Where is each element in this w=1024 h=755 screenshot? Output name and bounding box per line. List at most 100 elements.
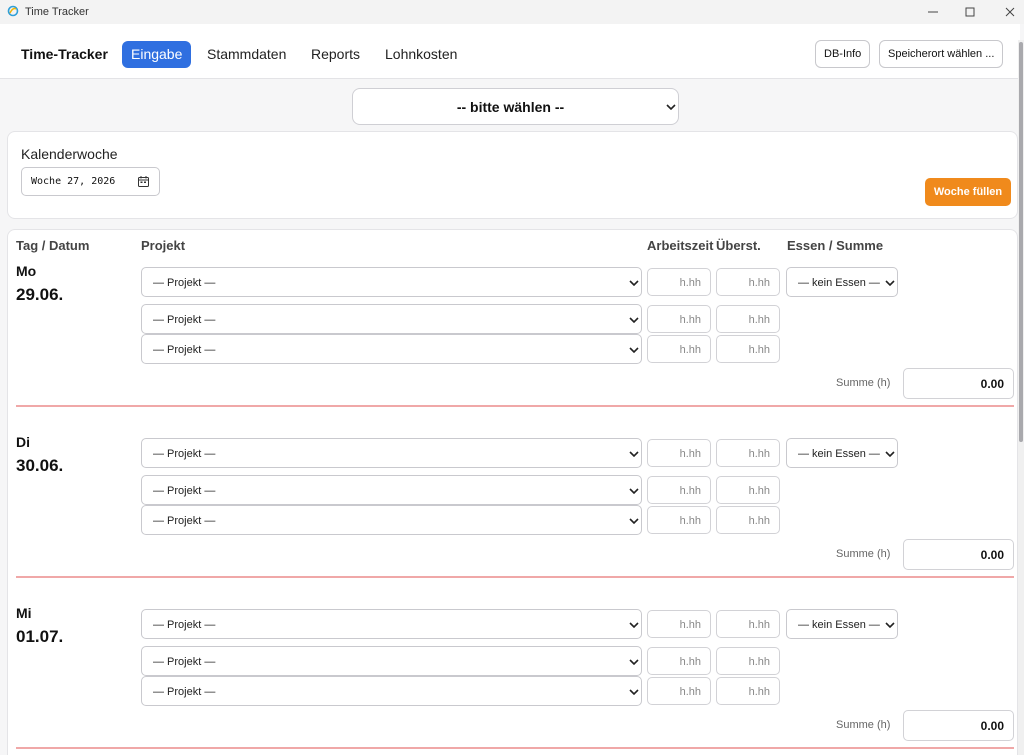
overtime-placeholder: h.hh <box>748 619 770 631</box>
worktime-input[interactable]: h.hh <box>647 439 711 467</box>
day-sum-field: 0.00 <box>903 539 1014 570</box>
meal-select[interactable]: — kein Essen — <box>786 609 898 639</box>
day-divider <box>16 747 1014 749</box>
project-select-value: — Projekt — <box>153 277 216 289</box>
top-navbar: Time-Tracker Eingabe Stammdaten Reports … <box>0 24 1020 79</box>
chevron-down-icon <box>629 347 639 353</box>
project-select[interactable]: — Projekt — <box>141 609 642 639</box>
chevron-down-icon <box>885 622 895 628</box>
week-card: Kalenderwoche Woche 27, 2026 Woche fülle… <box>7 131 1018 219</box>
worktime-placeholder: h.hh <box>679 686 701 698</box>
overtime-placeholder: h.hh <box>748 485 770 497</box>
overtime-placeholder: h.hh <box>748 344 770 356</box>
week-picker-value: Woche 27, 2026 <box>31 176 116 187</box>
overtime-placeholder: h.hh <box>748 314 770 326</box>
overtime-input[interactable]: h.hh <box>716 476 780 504</box>
header-overtime: Überst. <box>716 238 761 253</box>
chevron-down-icon <box>629 488 639 494</box>
calendar-icon[interactable] <box>138 176 149 187</box>
project-picker-value: -- bitte wählen -- <box>456 99 565 115</box>
worktime-placeholder: h.hh <box>679 515 701 527</box>
overtime-placeholder: h.hh <box>748 277 770 289</box>
meal-select-value: — kein Essen — <box>798 448 880 460</box>
overtime-input[interactable]: h.hh <box>716 610 780 638</box>
chevron-down-icon <box>629 317 639 323</box>
overtime-input[interactable]: h.hh <box>716 506 780 534</box>
minimize-icon <box>928 11 938 13</box>
project-select[interactable]: — Projekt — <box>141 676 642 706</box>
nav-tab-eingabe[interactable]: Eingabe <box>122 41 192 68</box>
meal-select[interactable]: — kein Essen — <box>786 267 898 297</box>
chevron-down-icon <box>629 659 639 665</box>
sum-label: Summe (h) <box>836 548 891 560</box>
overtime-input[interactable]: h.hh <box>716 268 780 296</box>
day-divider <box>16 576 1014 578</box>
nav-tab-lohnkosten[interactable]: Lohnkosten <box>376 41 466 68</box>
header-day-date: Tag / Datum <box>16 238 90 253</box>
nav-tab-reports[interactable]: Reports <box>302 41 369 68</box>
storage-location-button[interactable]: Speicherort wählen ... <box>879 40 1004 68</box>
chevron-down-icon <box>885 451 895 457</box>
worktime-placeholder: h.hh <box>679 656 701 668</box>
worktime-input[interactable]: h.hh <box>647 610 711 638</box>
meal-select-value: — kein Essen — <box>798 619 880 631</box>
fill-week-button[interactable]: Woche füllen <box>925 178 1011 206</box>
day-divider <box>16 405 1014 407</box>
chevron-down-icon <box>629 622 639 628</box>
chevron-down-icon <box>629 451 639 457</box>
overtime-input[interactable]: h.hh <box>716 305 780 333</box>
overtime-input[interactable]: h.hh <box>716 439 780 467</box>
day-sum-value: 0.00 <box>980 377 1004 391</box>
week-picker-input[interactable]: Woche 27, 2026 <box>21 167 160 196</box>
project-select[interactable]: — Projekt — <box>141 334 642 364</box>
header-worktime: Arbeitszeit <box>647 238 714 253</box>
project-select-value: — Projekt — <box>153 515 216 527</box>
page-scrollbar[interactable] <box>1018 40 1024 755</box>
overtime-input[interactable]: h.hh <box>716 677 780 705</box>
project-select[interactable]: — Projekt — <box>141 505 642 535</box>
worktime-input[interactable]: h.hh <box>647 647 711 675</box>
worktime-input[interactable]: h.hh <box>647 506 711 534</box>
worktime-placeholder: h.hh <box>679 277 701 289</box>
project-select-value: — Projekt — <box>153 485 216 497</box>
calendar-week-label: Kalenderwoche <box>21 146 118 162</box>
header-meal-sum: Essen / Summe <box>787 238 884 253</box>
header-project: Projekt <box>141 238 186 253</box>
project-select[interactable]: — Projekt — <box>141 475 642 505</box>
overtime-input[interactable]: h.hh <box>716 335 780 363</box>
close-button[interactable] <box>987 0 1024 24</box>
project-select[interactable]: — Projekt — <box>141 438 642 468</box>
overtime-input[interactable]: h.hh <box>716 647 780 675</box>
day-name: Di <box>16 434 30 450</box>
window-title: Time Tracker <box>25 6 89 18</box>
project-picker-select[interactable]: -- bitte wählen -- <box>352 88 679 125</box>
worktime-placeholder: h.hh <box>679 344 701 356</box>
meal-select-value: — kein Essen — <box>798 277 880 289</box>
worktime-input[interactable]: h.hh <box>647 677 711 705</box>
project-select[interactable]: — Projekt — <box>141 267 642 297</box>
worktime-input[interactable]: h.hh <box>647 476 711 504</box>
worktime-placeholder: h.hh <box>679 448 701 460</box>
day-sum-field: 0.00 <box>903 368 1014 399</box>
chevron-down-icon <box>629 518 639 524</box>
db-info-button[interactable]: DB-Info <box>815 40 871 68</box>
project-select[interactable]: — Projekt — <box>141 304 642 334</box>
project-select[interactable]: — Projekt — <box>141 646 642 676</box>
worktime-input[interactable]: h.hh <box>647 268 711 296</box>
day-name: Mo <box>16 263 37 279</box>
scrollbar-thumb[interactable] <box>1019 42 1023 442</box>
day-sum-value: 0.00 <box>980 719 1004 733</box>
app-logo-icon <box>7 5 19 17</box>
maximize-icon <box>965 7 975 17</box>
meal-select[interactable]: — kein Essen — <box>786 438 898 468</box>
project-select-value: — Projekt — <box>153 344 216 356</box>
window-titlebar: Time Tracker <box>0 0 1024 24</box>
worktime-input[interactable]: h.hh <box>647 305 711 333</box>
overtime-placeholder: h.hh <box>748 686 770 698</box>
project-select-value: — Projekt — <box>153 656 216 668</box>
overtime-placeholder: h.hh <box>748 656 770 668</box>
day-sum-value: 0.00 <box>980 548 1004 562</box>
overtime-placeholder: h.hh <box>748 448 770 460</box>
worktime-input[interactable]: h.hh <box>647 335 711 363</box>
nav-tab-stammdaten[interactable]: Stammdaten <box>198 41 295 68</box>
